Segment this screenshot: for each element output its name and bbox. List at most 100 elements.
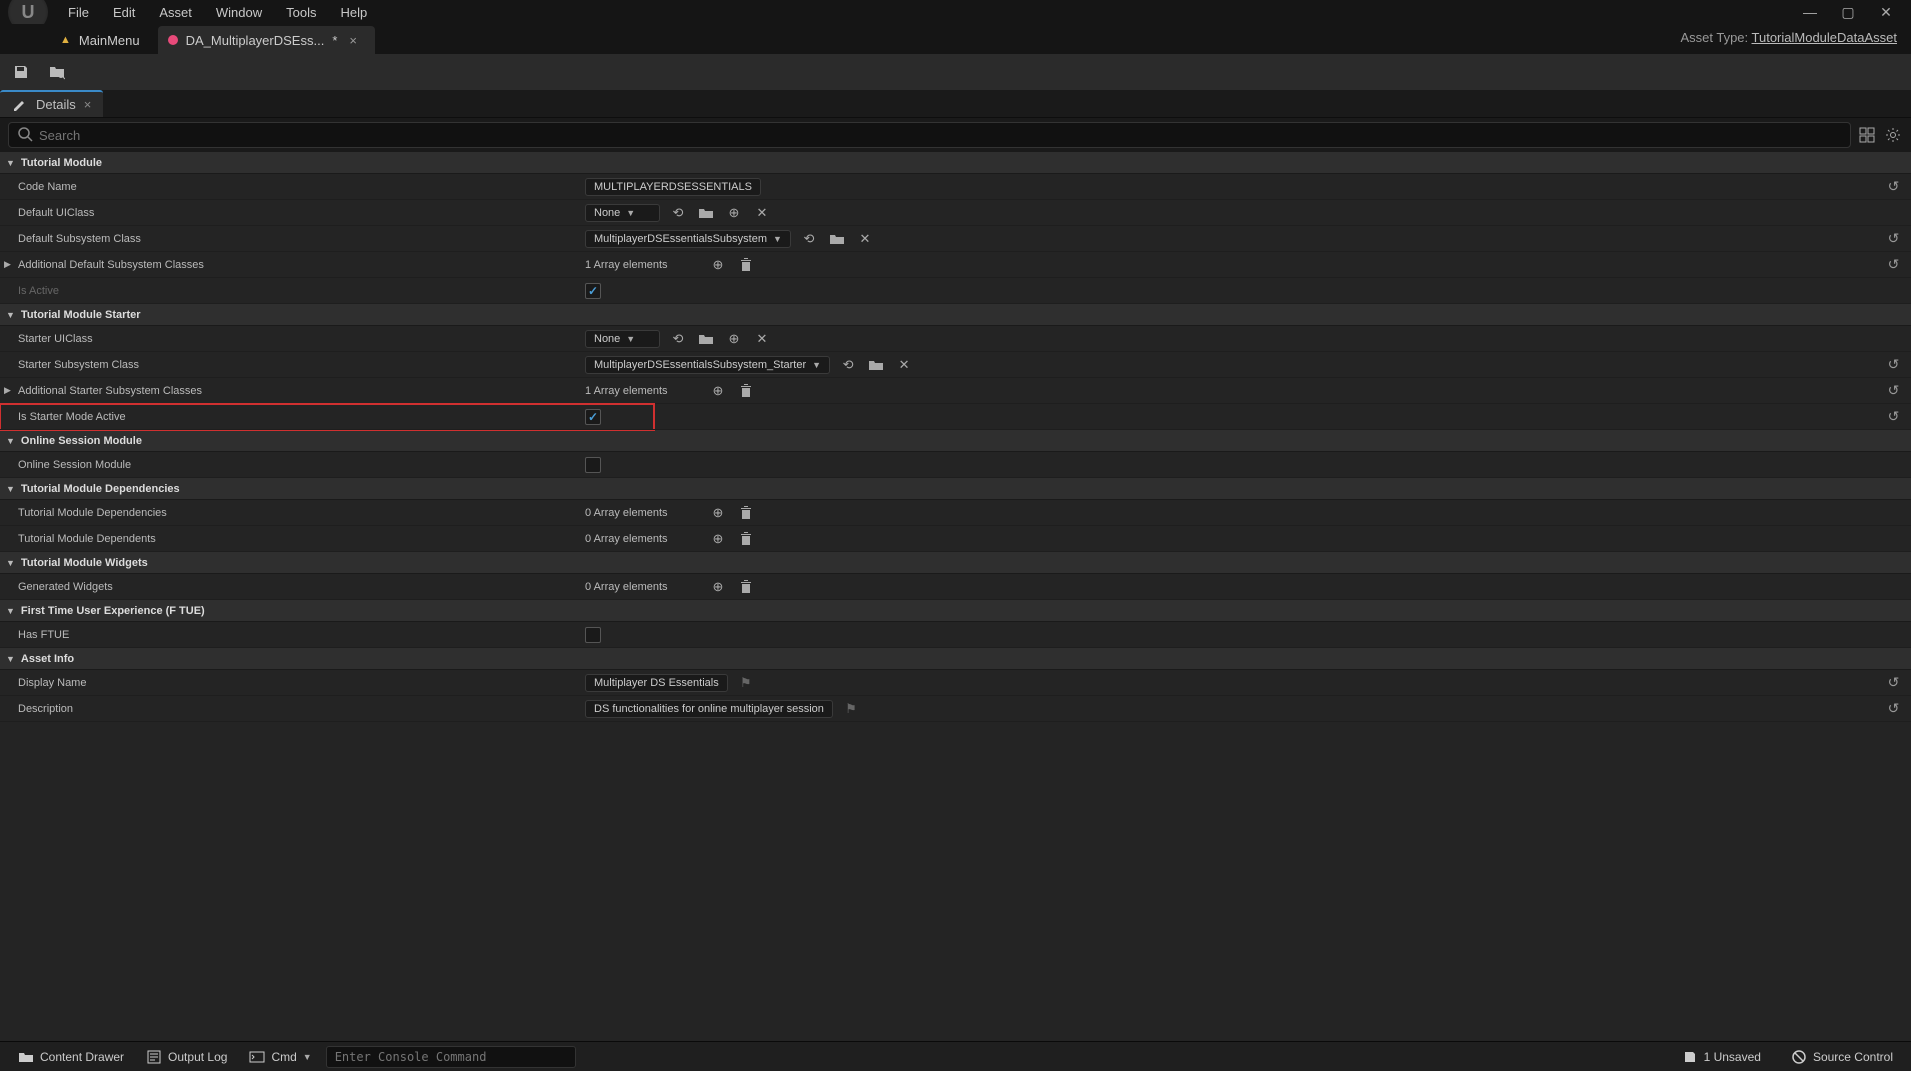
source-control-icon — [1791, 1049, 1807, 1065]
menu-edit[interactable]: Edit — [113, 5, 135, 20]
category-ftue[interactable]: ▼First Time User Experience (F TUE) — [0, 600, 1911, 622]
reset-button[interactable]: ↺ — [1876, 178, 1911, 195]
chevron-down-icon: ▼ — [6, 484, 15, 494]
array-add-icon[interactable]: ⊕ — [708, 577, 728, 597]
use-selected-icon[interactable]: ⟲ — [838, 355, 858, 375]
window-maximize-button[interactable]: ▢ — [1833, 4, 1863, 21]
menu-tools[interactable]: Tools — [286, 5, 316, 20]
dropdown-starter-subsystem[interactable]: MultiplayerDSEssentialsSubsystem_Starter… — [585, 356, 830, 374]
browse-to-icon[interactable] — [866, 355, 886, 375]
clear-icon[interactable]: ✕ — [752, 329, 772, 349]
content-drawer-button[interactable]: Content Drawer — [10, 1046, 132, 1068]
reset-button[interactable]: ↺ — [1876, 256, 1911, 273]
category-tutorial-module-starter[interactable]: ▼Tutorial Module Starter — [0, 304, 1911, 326]
value-description[interactable]: DS functionalities for online multiplaye… — [585, 700, 833, 718]
category-widgets[interactable]: ▼Tutorial Module Widgets — [0, 552, 1911, 574]
array-add-icon[interactable]: ⊕ — [708, 255, 728, 275]
chevron-down-icon: ▼ — [6, 606, 15, 616]
row-default-subsystem-class: Default Subsystem Class MultiplayerDSEss… — [0, 226, 1911, 252]
details-tab-close[interactable]: × — [84, 97, 92, 112]
array-clear-icon[interactable] — [736, 529, 756, 549]
row-starter-subsystem-class: Starter Subsystem Class MultiplayerDSEss… — [0, 352, 1911, 378]
asset-type-link[interactable]: TutorialModuleDataAsset — [1752, 30, 1897, 45]
tab-asset[interactable]: DA_MultiplayerDSEss... * × — [158, 26, 375, 54]
category-online-session[interactable]: ▼Online Session Module — [0, 430, 1911, 452]
details-tab-label: Details — [36, 97, 76, 112]
array-add-icon[interactable]: ⊕ — [708, 503, 728, 523]
array-clear-icon[interactable] — [736, 255, 756, 275]
chevron-down-icon: ▼ — [6, 310, 15, 320]
array-clear-icon[interactable] — [736, 381, 756, 401]
array-add-icon[interactable]: ⊕ — [708, 381, 728, 401]
value-display-name[interactable]: Multiplayer DS Essentials — [585, 674, 728, 692]
reset-button[interactable]: ↺ — [1876, 674, 1911, 691]
clear-icon[interactable]: ✕ — [894, 355, 914, 375]
console-command-input[interactable] — [326, 1046, 576, 1068]
expand-arrow-icon[interactable]: ▶ — [4, 385, 11, 396]
checkbox-online-session[interactable] — [585, 457, 601, 473]
reset-button[interactable]: ↺ — [1876, 356, 1911, 373]
array-add-icon[interactable]: ⊕ — [708, 529, 728, 549]
dropdown-starter-uiclass[interactable]: None▼ — [585, 330, 660, 348]
save-button[interactable] — [10, 61, 32, 83]
browse-to-icon[interactable] — [827, 229, 847, 249]
checkbox-is-active[interactable] — [585, 283, 601, 299]
unsaved-label: 1 Unsaved — [1704, 1050, 1761, 1064]
reset-button[interactable]: ↺ — [1876, 700, 1911, 717]
expand-arrow-icon[interactable]: ▶ — [4, 259, 11, 270]
titlebar: U File Edit Asset Window Tools Help — ▢ … — [0, 0, 1911, 24]
use-selected-icon[interactable]: ⟲ — [799, 229, 819, 249]
browse-to-icon[interactable] — [696, 329, 716, 349]
chevron-down-icon: ▼ — [812, 360, 821, 370]
clear-icon[interactable]: ✕ — [855, 229, 875, 249]
tab-mainmenu[interactable]: ▲ MainMenu — [50, 26, 158, 54]
tab-close-button[interactable]: × — [349, 33, 357, 48]
clear-icon[interactable]: ✕ — [752, 203, 772, 223]
category-tutorial-module[interactable]: ▼Tutorial Module — [0, 152, 1911, 174]
search-icon — [17, 126, 33, 145]
checkbox-is-starter-mode[interactable] — [585, 409, 601, 425]
category-label: Tutorial Module Dependencies — [21, 483, 180, 495]
unsaved-button[interactable]: 1 Unsaved — [1674, 1046, 1769, 1068]
source-control-button[interactable]: Source Control — [1783, 1046, 1901, 1068]
checkbox-has-ftue[interactable] — [585, 627, 601, 643]
dropdown-default-uiclass[interactable]: None▼ — [585, 204, 660, 222]
settings-icon[interactable] — [1883, 125, 1903, 145]
use-selected-icon[interactable]: ⟲ — [668, 203, 688, 223]
search-box[interactable] — [8, 122, 1851, 148]
add-icon[interactable]: ⊕ — [724, 203, 744, 223]
dropdown-default-subsystem[interactable]: MultiplayerDSEssentialsSubsystem▼ — [585, 230, 791, 248]
cmd-icon — [249, 1049, 265, 1065]
output-log-button[interactable]: Output Log — [138, 1046, 235, 1068]
search-input[interactable] — [39, 128, 1842, 143]
level-icon: ▲ — [60, 34, 71, 46]
flag-icon[interactable]: ⚑ — [841, 699, 861, 719]
cmd-dropdown[interactable]: Cmd ▼ — [241, 1046, 319, 1068]
row-description: Description DS functionalities for onlin… — [0, 696, 1911, 722]
menu-file[interactable]: File — [68, 5, 89, 20]
menu-window[interactable]: Window — [216, 5, 262, 20]
add-icon[interactable]: ⊕ — [724, 329, 744, 349]
value-code-name[interactable]: MULTIPLAYERDSESSENTIALS — [585, 178, 761, 196]
cmd-label: Cmd — [271, 1050, 296, 1064]
grid-view-icon[interactable] — [1857, 125, 1877, 145]
array-clear-icon[interactable] — [736, 577, 756, 597]
menu-asset[interactable]: Asset — [159, 5, 192, 20]
label-display-name: Display Name — [0, 677, 585, 689]
reset-button[interactable]: ↺ — [1876, 408, 1911, 425]
array-clear-icon[interactable] — [736, 503, 756, 523]
window-close-button[interactable]: ✕ — [1871, 4, 1901, 21]
menu-help[interactable]: Help — [340, 5, 367, 20]
label-default-uiclass: Default UIClass — [0, 207, 585, 219]
details-tab[interactable]: Details × — [0, 90, 103, 117]
reset-button[interactable]: ↺ — [1876, 230, 1911, 247]
use-selected-icon[interactable]: ⟲ — [668, 329, 688, 349]
browse-button[interactable] — [46, 61, 68, 83]
flag-icon[interactable]: ⚑ — [736, 673, 756, 693]
browse-to-icon[interactable] — [696, 203, 716, 223]
label-is-active: Is Active — [0, 285, 585, 297]
window-minimize-button[interactable]: — — [1795, 4, 1825, 21]
category-dependencies[interactable]: ▼ Tutorial Module Dependencies — [0, 478, 1911, 500]
reset-button[interactable]: ↺ — [1876, 382, 1911, 399]
category-asset-info[interactable]: ▼Asset Info — [0, 648, 1911, 670]
